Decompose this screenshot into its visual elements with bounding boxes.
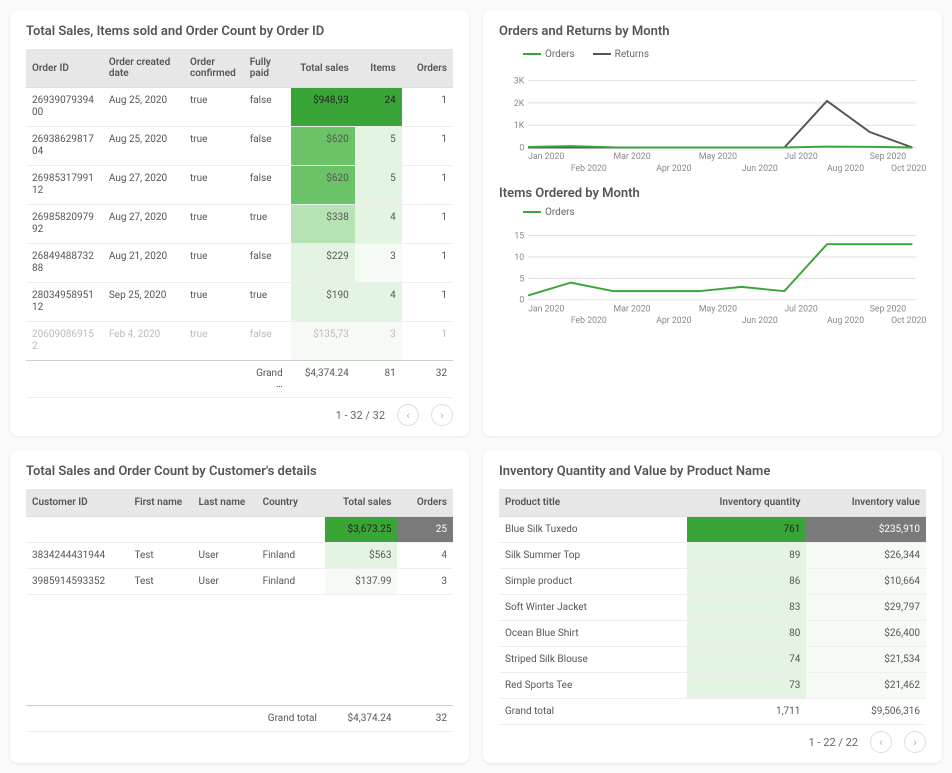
svg-text:Aug 2020: Aug 2020 <box>827 316 864 326</box>
grand-total-row: Grand …$4,374.248132 <box>26 361 453 398</box>
table-row[interactable]: Soft Winter Jacket83$29,797 <box>499 595 926 621</box>
swatch-icon <box>523 211 541 213</box>
card-title: Orders and Returns by Month <box>499 24 926 39</box>
svg-text:Mar 2020: Mar 2020 <box>614 152 651 162</box>
svg-text:Jul 2020: Jul 2020 <box>784 152 818 162</box>
items-ordered-chart: 15 10 5 0 Jan 2020 Mar 2020 May 2020 Jul… <box>499 224 926 331</box>
table-row[interactable]: 2693862981704Aug 25, 2020truefalse$62051 <box>26 127 453 166</box>
svg-text:0: 0 <box>519 143 524 153</box>
inventory-card: Inventory Quantity and Value by Product … <box>483 450 942 763</box>
svg-text:Jun 2020: Jun 2020 <box>742 164 778 174</box>
col-total-sales[interactable]: Total sales <box>325 489 398 517</box>
svg-text:Oct 2020: Oct 2020 <box>891 164 926 174</box>
svg-text:15: 15 <box>514 231 524 241</box>
col-customer-id[interactable]: Customer ID <box>26 489 128 517</box>
col-country[interactable]: Country <box>257 489 325 517</box>
table-row[interactable]: 2803495895112Sep 25, 2020truetrue$19041 <box>26 283 453 322</box>
pager-next-button[interactable]: › <box>431 404 453 426</box>
col-confirmed[interactable]: Order confirmed <box>184 49 244 88</box>
sales-table: Order ID Order created date Order confir… <box>26 49 453 398</box>
customers-table: Customer ID First name Last name Country… <box>26 489 453 595</box>
table-row[interactable]: 2684948873288Aug 21, 2020truefalse$22931 <box>26 244 453 283</box>
col-last-name[interactable]: Last name <box>193 489 257 517</box>
col-order-id[interactable]: Order ID <box>26 49 103 88</box>
table-row[interactable]: Ocean Blue Shirt80$26,400 <box>499 621 926 647</box>
col-items[interactable]: Items <box>355 49 402 88</box>
pager-text: 1 - 32 / 32 <box>336 409 385 422</box>
pager: 1 - 22 / 22 ‹ › <box>499 731 926 753</box>
table-row[interactable]: 2698582097992Aug 27, 2020truetrue$33841 <box>26 205 453 244</box>
table-header-row: Product title Inventory quantity Invento… <box>499 489 926 517</box>
svg-text:May 2020: May 2020 <box>699 152 737 162</box>
swatch-icon <box>593 53 611 55</box>
table-row[interactable]: Simple product86$10,664 <box>499 569 926 595</box>
customers-card: Total Sales and Order Count by Customer'… <box>10 450 469 763</box>
col-total-sales[interactable]: Total sales <box>291 49 355 88</box>
grand-total-row: Grand total1,711$9,506,316 <box>499 699 926 725</box>
svg-text:Sep 2020: Sep 2020 <box>870 304 907 314</box>
svg-text:Jun 2020: Jun 2020 <box>742 316 778 326</box>
inventory-table: Product title Inventory quantity Invento… <box>499 489 926 725</box>
svg-text:Aug 2020: Aug 2020 <box>827 164 864 174</box>
svg-text:1K: 1K <box>514 121 525 131</box>
table-row[interactable]: Red Sports Tee73$21,462 <box>499 673 926 699</box>
svg-text:Feb 2020: Feb 2020 <box>571 316 607 326</box>
svg-text:0: 0 <box>519 295 524 305</box>
pager-prev-button[interactable]: ‹ <box>870 731 892 753</box>
svg-text:Mar 2020: Mar 2020 <box>614 304 651 314</box>
card-title: Total Sales, Items sold and Order Count … <box>26 24 453 39</box>
legend-item: Orders <box>523 207 575 218</box>
svg-text:5: 5 <box>519 274 524 284</box>
table-row[interactable]: 2693907939400Aug 25, 2020truefalse$948,9… <box>26 88 453 127</box>
table-row[interactable]: 3834244431944 Test User Finland $563 4 <box>26 543 453 569</box>
table-row[interactable]: Silk Summer Top89$26,344 <box>499 543 926 569</box>
col-inv-value[interactable]: Inventory value <box>806 489 926 517</box>
pager-next-button[interactable]: › <box>904 731 926 753</box>
svg-text:3K: 3K <box>514 76 525 86</box>
col-inv-qty[interactable]: Inventory quantity <box>687 489 807 517</box>
legend-item: Returns <box>593 49 649 60</box>
col-product-title[interactable]: Product title <box>499 489 687 517</box>
pager-text: 1 - 22 / 22 <box>809 736 858 749</box>
col-orders[interactable]: Orders <box>402 49 453 88</box>
svg-text:Apr 2020: Apr 2020 <box>656 316 691 326</box>
charts-card: Orders and Returns by Month Orders Retur… <box>483 10 942 436</box>
svg-text:Jan 2020: Jan 2020 <box>528 304 564 314</box>
svg-text:Apr 2020: Apr 2020 <box>656 164 691 174</box>
table-row-faded: 206090869152Feb 4, 2020truefalse$135,733… <box>26 322 453 361</box>
svg-text:Feb 2020: Feb 2020 <box>571 164 607 174</box>
summary-row: $3,673.25 25 <box>26 517 453 543</box>
table-row[interactable]: 3985914593352 Test User Finland $137.99 … <box>26 569 453 595</box>
legend-item: Orders <box>523 49 575 60</box>
sales-table-card: Total Sales, Items sold and Order Count … <box>10 10 469 436</box>
svg-text:Oct 2020: Oct 2020 <box>891 316 926 326</box>
svg-text:2K: 2K <box>514 99 525 109</box>
table-row[interactable]: Blue Silk Tuxedo761$235,910 <box>499 517 926 543</box>
card-title: Items Ordered by Month <box>499 186 926 201</box>
svg-text:Sep 2020: Sep 2020 <box>870 152 907 162</box>
chart-legend: Orders <box>523 207 926 218</box>
table-row[interactable]: 2698531799112Aug 27, 2020truefalse$62051 <box>26 166 453 205</box>
svg-text:May 2020: May 2020 <box>699 304 737 314</box>
grand-total-row: Grand total $4,374.24 32 <box>26 706 453 732</box>
pager: 1 - 32 / 32 ‹ › <box>26 404 453 426</box>
orders-returns-chart: 3K 2K 1K 0 Jan 2020 Mar 2020 May 2020 Ju… <box>499 66 926 178</box>
pager-prev-button[interactable]: ‹ <box>397 404 419 426</box>
card-title: Inventory Quantity and Value by Product … <box>499 464 926 479</box>
col-created-date[interactable]: Order created date <box>103 49 184 88</box>
col-fully-paid[interactable]: Fully paid <box>244 49 291 88</box>
table-header-row: Customer ID First name Last name Country… <box>26 489 453 517</box>
svg-text:Jan 2020: Jan 2020 <box>528 152 564 162</box>
card-title: Total Sales and Order Count by Customer'… <box>26 464 453 479</box>
table-header-row: Order ID Order created date Order confir… <box>26 49 453 88</box>
col-orders[interactable]: Orders <box>397 489 453 517</box>
svg-text:10: 10 <box>514 253 524 263</box>
col-first-name[interactable]: First name <box>128 489 192 517</box>
chart-legend: Orders Returns <box>523 49 926 60</box>
table-row[interactable]: Striped Silk Blouse74$21,534 <box>499 647 926 673</box>
swatch-icon <box>523 53 541 55</box>
svg-text:Jul 2020: Jul 2020 <box>784 304 818 314</box>
